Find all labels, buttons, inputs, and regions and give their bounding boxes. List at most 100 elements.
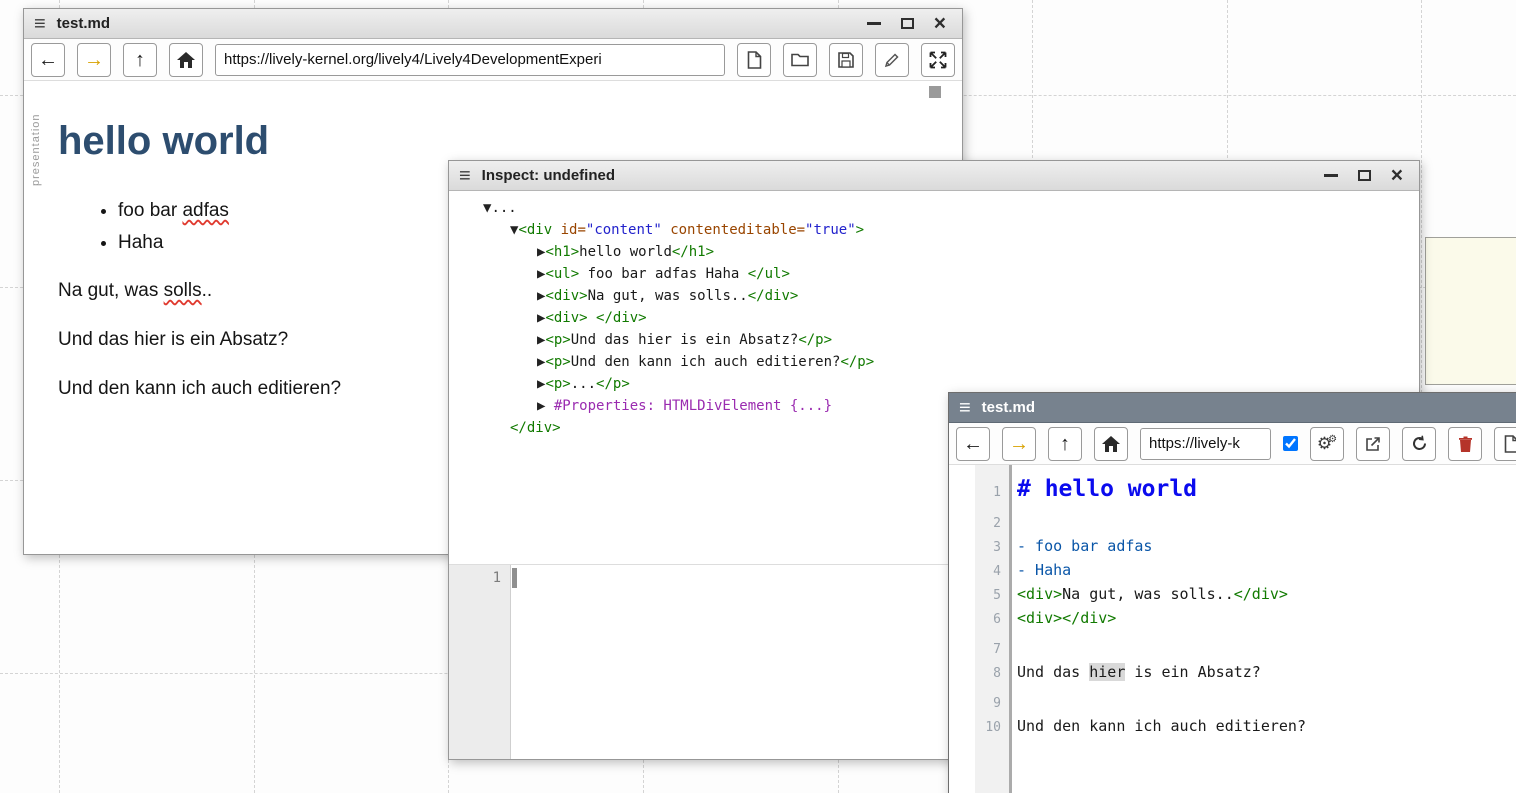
line-number: 2 [949, 513, 1009, 535]
code-line[interactable]: 1# hello world [949, 473, 1516, 505]
code-segment: </p> [596, 376, 630, 392]
titlebar[interactable]: ≡ test.md × [24, 9, 962, 39]
code-line[interactable]: 3- foo bar adfas [949, 535, 1516, 559]
code-line-content[interactable]: # hello world [1009, 473, 1197, 505]
folder-button[interactable] [783, 43, 817, 77]
forward-button[interactable]: → [77, 43, 111, 77]
code-line-content[interactable]: - foo bar adfas [1009, 535, 1152, 557]
new-file-button[interactable] [1494, 427, 1516, 461]
window-controls: × [1324, 165, 1409, 186]
paragraph-text: .. [202, 280, 213, 301]
up-button[interactable]: ↑ [1048, 427, 1082, 461]
code-line-content[interactable]: Und den kann ich auch editieren? [1009, 715, 1306, 737]
code-editor[interactable]: 1# hello world 23- foo bar adfas4- Haha5<… [949, 465, 1516, 793]
code-line[interactable]: 10Und den kann ich auch editieren? [949, 715, 1516, 739]
refresh-button[interactable] [1402, 427, 1436, 461]
code-segment [662, 222, 670, 238]
forward-icon: → [1009, 434, 1029, 454]
minimize-icon[interactable] [1324, 174, 1338, 177]
code-line[interactable]: ▶<h1>hello world</h1> [449, 241, 1419, 263]
window-title: test.md [57, 15, 110, 32]
code-segment: <div> [1017, 585, 1062, 603]
code-line-content[interactable] [1009, 631, 1017, 653]
code-line[interactable]: 5<div>Na gut, was solls..</div> [949, 583, 1516, 607]
browser-toolbar: ← → ↑ [24, 39, 962, 81]
delete-button[interactable] [1448, 427, 1482, 461]
code-segment: <div> [545, 288, 587, 304]
auto-update-checkbox[interactable] [1283, 436, 1298, 451]
scrollbar-thumb[interactable] [929, 86, 941, 98]
code-line[interactable]: 9 [949, 685, 1516, 715]
back-button[interactable]: ← [956, 427, 990, 461]
code-segment: - foo bar adfas [1017, 537, 1152, 555]
titlebar[interactable]: ≡ test.md [949, 393, 1516, 423]
code-segment: <p> [545, 354, 570, 370]
maximize-icon[interactable] [1358, 170, 1371, 181]
code-line[interactable]: ▼<div id="content" contenteditable="true… [449, 219, 1419, 241]
code-line-content[interactable]: Und das hier is ein Absatz? [1009, 661, 1261, 683]
folder-icon [791, 52, 809, 67]
close-icon[interactable]: × [1391, 165, 1403, 186]
code-line[interactable]: 2 [949, 505, 1516, 535]
misspelled-word: solls [164, 280, 202, 301]
code-line-content[interactable]: <div>Na gut, was solls..</div> [1009, 583, 1288, 605]
edit-button[interactable] [875, 43, 909, 77]
url-input[interactable] [1140, 428, 1271, 460]
code-line[interactable]: 4- Haha [949, 559, 1516, 583]
code-line-content[interactable] [1009, 685, 1017, 707]
code-line[interactable]: ▶<div> </div> [449, 307, 1419, 329]
up-button[interactable]: ↑ [123, 43, 157, 77]
code-line[interactable]: ▼... [449, 197, 1419, 219]
presentation-label: presentation [30, 113, 42, 186]
new-file-button[interactable] [737, 43, 771, 77]
code-segment: ▶ [537, 398, 554, 414]
url-input[interactable] [215, 44, 725, 76]
code-line[interactable]: 6<div></div> [949, 607, 1516, 631]
forward-icon: → [84, 50, 104, 70]
back-icon: ← [963, 434, 983, 454]
code-line[interactable]: ▶<div>Na gut, was solls..</div> [449, 285, 1419, 307]
window-markdown-editor: ≡ test.md ← → ↑ ⚙⚙ 1# hello world 23- foo… [948, 392, 1516, 793]
code-segment: </p> [840, 354, 874, 370]
code-line[interactable]: ▶<p>Und den kann ich auch editieren?</p> [449, 351, 1419, 373]
background-panel [1425, 237, 1516, 385]
code-segment: # hello world [1017, 476, 1197, 502]
code-segment: Und das hier is ein Absatz? [571, 332, 799, 348]
code-segment: Und den kann ich auch editieren? [1017, 717, 1306, 735]
save-button[interactable] [829, 43, 863, 77]
code-line[interactable]: ▶<p>Und das hier is ein Absatz?</p> [449, 329, 1419, 351]
code-line-content[interactable] [1009, 505, 1017, 527]
up-icon: ↑ [135, 50, 145, 70]
code-line-content[interactable]: <div></div> [1009, 607, 1116, 629]
maximize-icon[interactable] [901, 18, 914, 29]
window-menu-icon[interactable]: ≡ [959, 398, 971, 418]
line-number: 1 [449, 570, 511, 586]
minimize-icon[interactable] [867, 22, 881, 25]
code-line[interactable]: 7 [949, 631, 1516, 661]
home-button[interactable] [169, 43, 203, 77]
gears-icon: ⚙⚙ [1317, 435, 1337, 452]
open-external-button[interactable] [1356, 427, 1390, 461]
code-line[interactable]: ▶<ul> foo bar adfas Haha </ul> [449, 263, 1419, 285]
code-segment: foo bar adfas Haha [579, 266, 748, 282]
code-segment: </div> [1234, 585, 1288, 603]
markdown-heading: hello world [58, 119, 942, 164]
window-menu-icon[interactable]: ≡ [34, 14, 46, 34]
titlebar[interactable]: ≡ Inspect: undefined × [449, 161, 1419, 191]
expand-button[interactable] [921, 43, 955, 77]
code-line[interactable]: 8Und das hier is ein Absatz? [949, 661, 1516, 685]
forward-button[interactable]: → [1002, 427, 1036, 461]
settings-button[interactable]: ⚙⚙ [1310, 427, 1344, 461]
home-button[interactable] [1094, 427, 1128, 461]
code-segment: </p> [798, 332, 832, 348]
code-line-content[interactable]: - Haha [1009, 559, 1071, 581]
external-link-icon [1365, 436, 1381, 452]
code-segment: "content" [586, 222, 662, 238]
code-segment: Und das [1017, 663, 1089, 681]
back-button[interactable]: ← [31, 43, 65, 77]
line-number: 4 [949, 561, 1009, 583]
list-item-text: Haha [118, 232, 163, 253]
close-icon[interactable]: × [934, 13, 946, 34]
misspelled-word: adfas [182, 200, 228, 221]
window-menu-icon[interactable]: ≡ [459, 166, 471, 186]
